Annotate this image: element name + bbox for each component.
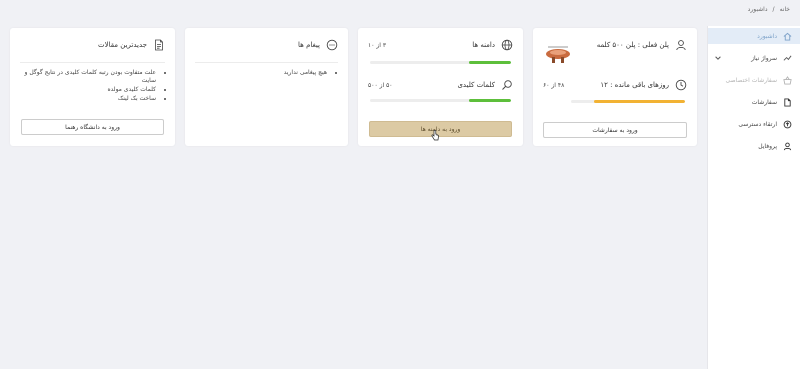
messages-divider (195, 62, 338, 63)
breadcrumb-separator: / (772, 6, 775, 13)
messages-empty: هیچ پیغامی ندارید (207, 69, 327, 77)
plan-days-progress (571, 100, 685, 103)
file-icon (783, 97, 792, 107)
plan-illustration (543, 41, 573, 65)
keywords-progress (370, 99, 511, 102)
sidebar-item-dashboard[interactable]: داشبورد (708, 28, 800, 44)
chat-icon (326, 39, 338, 51)
upgrade-icon (783, 120, 792, 129)
plan-card: پلن فعلی : پلن ۵۰۰ کلمه روزهای باقی ماند… (533, 28, 697, 146)
breadcrumb: خانه / داشبورد (748, 6, 790, 13)
keywords-count: ۵۰ از ۵۰۰ (368, 81, 393, 89)
sidebar-item-upgrade[interactable]: ارتقاء دسترسی (708, 116, 800, 132)
plan-days-count: ۴۸ از ۶۰ (543, 81, 565, 89)
sidebar-item-label: سفارشات (751, 98, 777, 106)
user-icon (675, 39, 687, 51)
messages-card: پیغام ها هیچ پیغامی ندارید (185, 28, 348, 146)
keywords-progress-fill (468, 99, 511, 102)
user-icon (783, 142, 792, 151)
sidebar-item-label: سرواژ نیاز (751, 54, 777, 62)
article-link[interactable]: ساخت بک لینک (21, 95, 156, 103)
articles-divider (20, 62, 165, 63)
article-link[interactable]: علت متفاوت بودن رتبه کلمات کلیدی در نتای… (21, 69, 156, 85)
domains-label: دامنه ها (472, 41, 495, 49)
breadcrumb-current: داشبورد (747, 6, 768, 13)
articles-card: جدیدترین مقالات علت متفاوت بودن رتبه کلم… (10, 28, 175, 146)
search-icon (501, 79, 513, 91)
sidebar-item-label: ارتقاء دسترسی (738, 120, 777, 128)
sidebar-item-label: داشبورد (757, 32, 777, 40)
sidebar: داشبورد سرواژ نیاز سفارشات اختصاصی سفارش… (707, 26, 800, 369)
articles-title: جدیدترین مقالات (98, 41, 147, 49)
articles-header: جدیدترین مقالات (20, 38, 165, 52)
basket-icon (783, 75, 792, 85)
sidebar-item-orders[interactable]: سفارشات (708, 94, 800, 110)
chevron-down-icon[interactable] (714, 54, 722, 62)
plan-days-row: روزهای باقی مانده : ۱۲ ۴۸ از ۶۰ (543, 78, 687, 92)
academy-button[interactable]: ورود به دانشگاه رهنما (21, 119, 164, 135)
globe-icon (501, 39, 513, 51)
domains-progress (370, 61, 511, 64)
domains-count: ۳ از ۱۰ (368, 41, 387, 49)
messages-list: هیچ پیغامی ندارید (207, 69, 336, 78)
keywords-row: کلمات کلیدی ۵۰ از ۵۰۰ (368, 78, 513, 92)
plan-days-progress-fill (593, 100, 685, 103)
article-link[interactable]: کلمات کلیدی مولده (21, 86, 156, 94)
plan-title: پلن فعلی : پلن ۵۰۰ کلمه (596, 41, 669, 49)
home-icon (783, 32, 792, 41)
messages-title: پیغام ها (298, 41, 320, 49)
trend-icon (783, 54, 792, 63)
sidebar-item-profile[interactable]: پروفایل (708, 138, 800, 154)
sidebar-item-label: سفارشات اختصاصی (725, 76, 777, 84)
domains-button[interactable]: ورود به دامنه ها (369, 121, 512, 137)
clock-icon (675, 79, 687, 91)
domains-progress-fill (468, 61, 511, 64)
keywords-label: کلمات کلیدی (457, 81, 495, 89)
orders-button[interactable]: ورود به سفارشات (543, 122, 687, 138)
messages-header: پیغام ها (195, 38, 338, 52)
plan-days-label: روزهای باقی مانده : ۱۲ (600, 81, 669, 89)
document-icon (153, 39, 165, 51)
usage-card: دامنه ها ۳ از ۱۰ کلمات کلیدی ۵۰ از ۵۰۰ و… (358, 28, 523, 146)
sidebar-item-label: پروفایل (758, 142, 777, 150)
sidebar-item-custom-orders[interactable]: سفارشات اختصاصی (708, 72, 800, 88)
domains-row: دامنه ها ۳ از ۱۰ (368, 38, 513, 52)
breadcrumb-home[interactable]: خانه (780, 6, 790, 13)
hand-cursor-icon (431, 126, 439, 141)
articles-list: علت متفاوت بودن رتبه کلمات کلیدی در نتای… (21, 69, 165, 104)
sidebar-item-keyword-needs[interactable]: سرواژ نیاز (708, 50, 800, 66)
